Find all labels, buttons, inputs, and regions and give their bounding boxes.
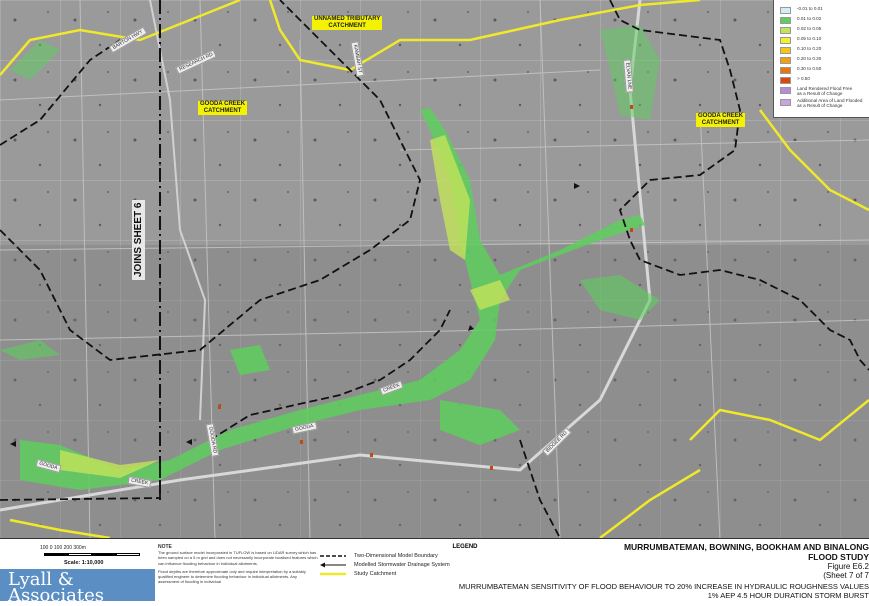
note-title: NOTE bbox=[158, 544, 172, 550]
legend-item-label: 0.05 to 0.10 bbox=[797, 36, 822, 41]
legend-item: > 0.50 bbox=[780, 76, 865, 84]
scale-ticks: 100 0 100 200 300m bbox=[40, 545, 86, 551]
legend-item: 0.02 to 0.05 bbox=[780, 26, 865, 34]
legend-item-label: 0.10 to 0.20 bbox=[797, 46, 822, 51]
sheet-number: (Sheet 7 of 7 bbox=[823, 571, 869, 580]
joins-sheet-label: JOINS SHEET 6 bbox=[128, 168, 154, 288]
legend-item: -0.01 to 0.01 bbox=[780, 6, 865, 14]
legend-swatch bbox=[780, 47, 791, 54]
legend-item: 0.20 to 0.30 bbox=[780, 56, 865, 64]
catchment-label-gooda-west: GOODA CREEK CATCHMENT bbox=[198, 101, 248, 115]
flood-map[interactable]: UNNAMED TRIBUTARY CATCHMENT GOODA CREEK … bbox=[0, 0, 869, 538]
study-subtitle: FLOOD STUDY bbox=[808, 552, 869, 562]
legend-item: 0.05 to 0.10 bbox=[780, 36, 865, 44]
legend-swatch bbox=[780, 99, 791, 106]
title-block: 100 0 100 200 300m Scale: 1:10,000 Lyall… bbox=[0, 538, 869, 606]
catchment-label-unnamed: UNNAMED TRIBUTARY CATCHMENT bbox=[312, 16, 383, 30]
note-text-1: The ground surface model incorporated in… bbox=[158, 550, 318, 566]
joins-sheet-text: JOINS SHEET 6 bbox=[132, 199, 145, 280]
legend-item: 0.10 to 0.20 bbox=[780, 46, 865, 54]
scale-bar bbox=[44, 553, 140, 556]
legend-item: 0.30 to 0.50 bbox=[780, 66, 865, 74]
figure-description: MURRUMBATEMAN SENSITIVITY OF FLOOD BEHAV… bbox=[458, 582, 869, 591]
legend-item-label: 0.01 to 0.02 bbox=[797, 16, 822, 21]
logo-text: Lyall & Associates bbox=[8, 569, 105, 606]
figure-number: Figure E6.2 bbox=[827, 562, 869, 571]
legend-item-label: 0.20 to 0.30 bbox=[797, 56, 822, 61]
arrow-line-icon bbox=[320, 562, 346, 568]
legend-item-label: 0.30 to 0.50 bbox=[797, 66, 822, 71]
depth-legend: -0.01 to 0.01 0.01 to 0.02 0.02 to 0.05 0.0… bbox=[773, 0, 869, 118]
legend-item: 0.01 to 0.02 bbox=[780, 16, 865, 24]
legend-swatch bbox=[780, 17, 791, 24]
legend-item-label: Land Rendered Flood Free as a Result of … bbox=[797, 86, 853, 96]
legend-swatch bbox=[780, 77, 791, 84]
legend-swatch bbox=[780, 37, 791, 44]
legend-item-label: -0.01 to 0.01 bbox=[797, 6, 823, 11]
note-block: NOTE The ground surface model incorporat… bbox=[158, 544, 318, 584]
storm-description: 1% AEP 4.5 HOUR DURATION STORM BURST bbox=[707, 591, 869, 600]
catchment-label-gooda-east: GOODA CREEK CATCHMENT bbox=[696, 113, 746, 127]
legend-item: Additional Area of Land Flooded as a Res… bbox=[780, 98, 865, 108]
legend-swatch bbox=[780, 57, 791, 64]
study-title: MURRUMBATEMAN, BOWNING, BOOKHAM AND BINA… bbox=[623, 542, 869, 552]
dashed-line-icon bbox=[320, 555, 346, 557]
legend-swatch bbox=[780, 7, 791, 14]
figure-title: MURRUMBATEMAN, BOWNING, BOOKHAM AND BINA… bbox=[429, 542, 869, 600]
yellow-line-icon bbox=[320, 572, 346, 576]
legend-item-label: Additional Area of Land Flooded as a Res… bbox=[797, 98, 863, 108]
company-logo: Lyall & Associates bbox=[0, 569, 155, 606]
legend-item-label: > 0.50 bbox=[797, 76, 810, 81]
scale-label: Scale: 1:10,000 bbox=[64, 560, 104, 566]
legend-swatch bbox=[780, 67, 791, 74]
note-text-2: Flood depths are therefore approximate o… bbox=[158, 568, 306, 585]
legend-label: Study Catchment bbox=[354, 571, 397, 577]
legend-swatch bbox=[780, 27, 791, 34]
legend-item: Land Rendered Flood Free as a Result of … bbox=[780, 86, 865, 96]
legend-item-label: 0.02 to 0.05 bbox=[797, 26, 822, 31]
legend-label: Two-Dimensional Model Boundary bbox=[354, 553, 438, 559]
legend-swatch bbox=[780, 87, 791, 94]
